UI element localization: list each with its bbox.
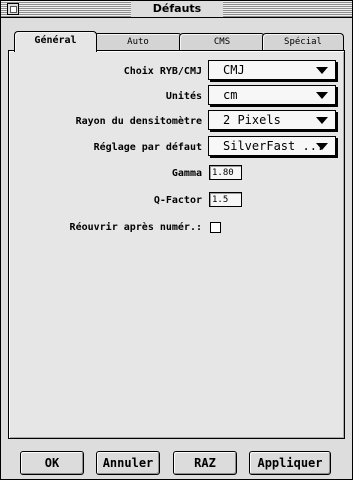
tab-cms[interactable]: CMS (179, 33, 265, 51)
raz-button[interactable]: RAZ (173, 451, 237, 475)
unites-popup[interactable]: cm (208, 85, 336, 105)
tab-special[interactable]: Spécial (262, 33, 344, 51)
choix-label: Choix RYB/CMJ (123, 66, 202, 77)
reglage-label: Réglage par défaut (93, 142, 202, 153)
choix-value: CMJ (223, 63, 245, 77)
annuler-button[interactable]: Annuler (96, 451, 160, 475)
rayon-value: 2 Pixels (223, 113, 281, 127)
gamma-input[interactable]: 1.80 (209, 165, 242, 180)
appliquer-button[interactable]: Appliquer (249, 451, 331, 475)
chevron-down-icon (316, 117, 328, 124)
rayon-label: Rayon du densitomètre (75, 116, 202, 127)
chevron-down-icon (316, 143, 328, 150)
reglage-popup[interactable]: SilverFast ... (208, 136, 336, 156)
window-title: Défauts (131, 1, 223, 17)
title-bar[interactable]: Défauts (1, 1, 352, 18)
tab-general[interactable]: Général (14, 31, 97, 52)
rayon-popup[interactable]: 2 Pixels (208, 110, 336, 130)
ok-button[interactable]: OK (20, 451, 84, 475)
reglage-value: SilverFast ... (223, 139, 325, 153)
unites-label: Unités (165, 91, 202, 102)
qfactor-label: Q-Factor (153, 195, 202, 206)
chevron-down-icon (316, 67, 328, 74)
tab-panel (8, 50, 345, 439)
close-box-icon[interactable] (7, 3, 19, 15)
qfactor-input[interactable]: 1.5 (209, 192, 242, 207)
chevron-down-icon (316, 92, 328, 99)
tab-auto[interactable]: Auto (94, 33, 182, 51)
unites-value: cm (223, 88, 238, 102)
gamma-label: Gamma (171, 168, 202, 179)
choix-popup[interactable]: CMJ (208, 60, 336, 80)
reouvrir-checkbox[interactable] (210, 222, 221, 233)
reouvrir-label: Réouvrir après numér.: (69, 222, 202, 233)
